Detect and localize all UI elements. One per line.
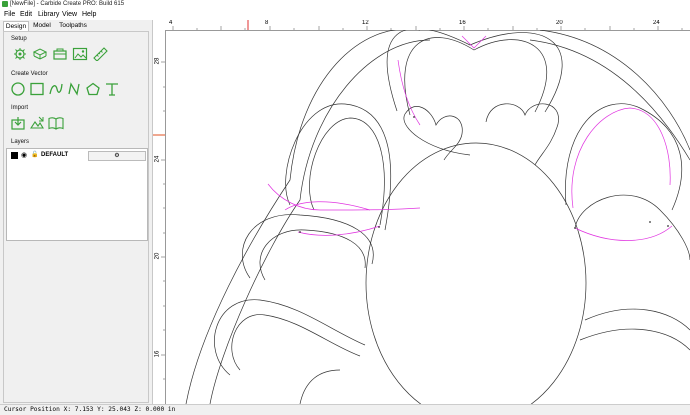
top-heart-inner[interactable] xyxy=(404,37,548,116)
drawing-area[interactable] xyxy=(165,30,690,404)
menu-library[interactable]: Library xyxy=(38,9,59,20)
ruler-x-label: 8 xyxy=(265,20,269,26)
tab-bar: Design Model Toolpaths xyxy=(0,20,152,32)
design-canvas[interactable]: 4 8 12 16 20 24 28 24 20 16 xyxy=(153,20,690,404)
bottom-right-curve[interactable] xyxy=(584,308,690,331)
plane-icon[interactable] xyxy=(32,47,48,61)
tab-toolpaths[interactable]: Toolpaths xyxy=(57,21,89,31)
inner-boundary-left[interactable] xyxy=(209,39,431,404)
ruler-y-label: 28 xyxy=(154,57,161,65)
menu-help[interactable]: Help xyxy=(82,9,96,20)
inner-boundary-right[interactable] xyxy=(529,39,690,161)
curve-icon[interactable] xyxy=(48,82,64,96)
layer-row-default[interactable]: ◉ 🔓 DEFAULT ⚙ xyxy=(11,151,146,161)
outer-boundary-right[interactable] xyxy=(539,30,690,151)
import-image-icon[interactable] xyxy=(29,116,45,130)
job-setup-icon[interactable] xyxy=(12,47,28,61)
ruler-x-label: 24 xyxy=(653,20,660,26)
top-heart-outer[interactable] xyxy=(386,30,563,113)
rectangle-icon[interactable] xyxy=(29,82,45,96)
lower-right-heart[interactable] xyxy=(574,194,690,261)
bottom-arc-left[interactable] xyxy=(299,369,341,404)
lower-left-heart-inner[interactable] xyxy=(259,229,366,281)
window-title: [NewFile] - Carbide Create PRO: Build 61… xyxy=(10,1,125,7)
center-oval[interactable] xyxy=(365,142,587,404)
selected-right-heart[interactable] xyxy=(571,107,671,209)
bottom-left-curve-outer[interactable] xyxy=(214,299,366,376)
left-heart-inner[interactable] xyxy=(309,117,385,226)
text-icon[interactable] xyxy=(104,82,120,96)
left-sidebar: Design Model Toolpaths Setup Create Vect… xyxy=(0,20,153,404)
ruler-x-label: 4 xyxy=(169,20,173,26)
circle-icon[interactable] xyxy=(10,82,26,96)
ruler-x-label: 12 xyxy=(362,20,369,26)
ruler-x-label: 16 xyxy=(459,20,466,26)
app-icon xyxy=(2,1,8,7)
menu-edit[interactable]: Edit xyxy=(20,9,32,20)
tab-model[interactable]: Model xyxy=(31,21,53,31)
outer-boundary-left[interactable] xyxy=(185,30,420,404)
ruler-y-label: 16 xyxy=(154,350,161,358)
title-bar: [NewFile] - Carbide Create PRO: Build 61… xyxy=(0,0,690,9)
open-book-icon[interactable] xyxy=(48,116,64,130)
image-icon[interactable] xyxy=(72,47,88,61)
left-heart[interactable] xyxy=(285,103,392,231)
status-bar: Cursor Position X: 7.153 Y: 25.043 Z: 0.… xyxy=(0,404,690,415)
bottom-right-curve-inner[interactable] xyxy=(579,328,690,351)
ruler-y-label: 24 xyxy=(154,155,161,163)
layer-name: DEFAULT xyxy=(41,152,69,158)
layer-settings-button[interactable]: ⚙ xyxy=(88,151,146,161)
bottom-left-curve-inner[interactable] xyxy=(231,314,361,371)
eye-icon[interactable]: ◉ xyxy=(21,151,27,160)
selected-path-top-left[interactable] xyxy=(397,59,421,126)
gear-icon: ⚙ xyxy=(114,153,120,159)
toolbox-icon[interactable] xyxy=(52,47,68,61)
ruler-icon[interactable] xyxy=(92,47,108,61)
section-layers: Layers xyxy=(11,139,30,145)
right-heart[interactable] xyxy=(565,103,683,211)
selected-right-lower[interactable] xyxy=(574,225,673,241)
ruler-x-label: 20 xyxy=(556,20,563,26)
section-setup: Setup xyxy=(11,36,27,42)
polyline-icon[interactable] xyxy=(66,82,82,96)
section-import: Import xyxy=(11,105,29,111)
layers-list: ◉ 🔓 DEFAULT ⚙ xyxy=(6,148,148,241)
lock-icon[interactable]: 🔓 xyxy=(31,151,38,160)
import-file-icon[interactable] xyxy=(10,116,26,130)
menu-bar: File Edit Library View Help xyxy=(0,9,690,20)
section-create-vector: Create Vector xyxy=(11,71,48,77)
polygon-icon[interactable] xyxy=(85,82,101,96)
menu-view[interactable]: View xyxy=(62,9,77,20)
ruler-y-label: 20 xyxy=(154,252,161,260)
selected-left-line[interactable] xyxy=(267,183,421,211)
layer-color-swatch[interactable] xyxy=(11,152,18,159)
menu-file[interactable]: File xyxy=(4,9,15,20)
selected-left-lower[interactable] xyxy=(297,225,381,236)
